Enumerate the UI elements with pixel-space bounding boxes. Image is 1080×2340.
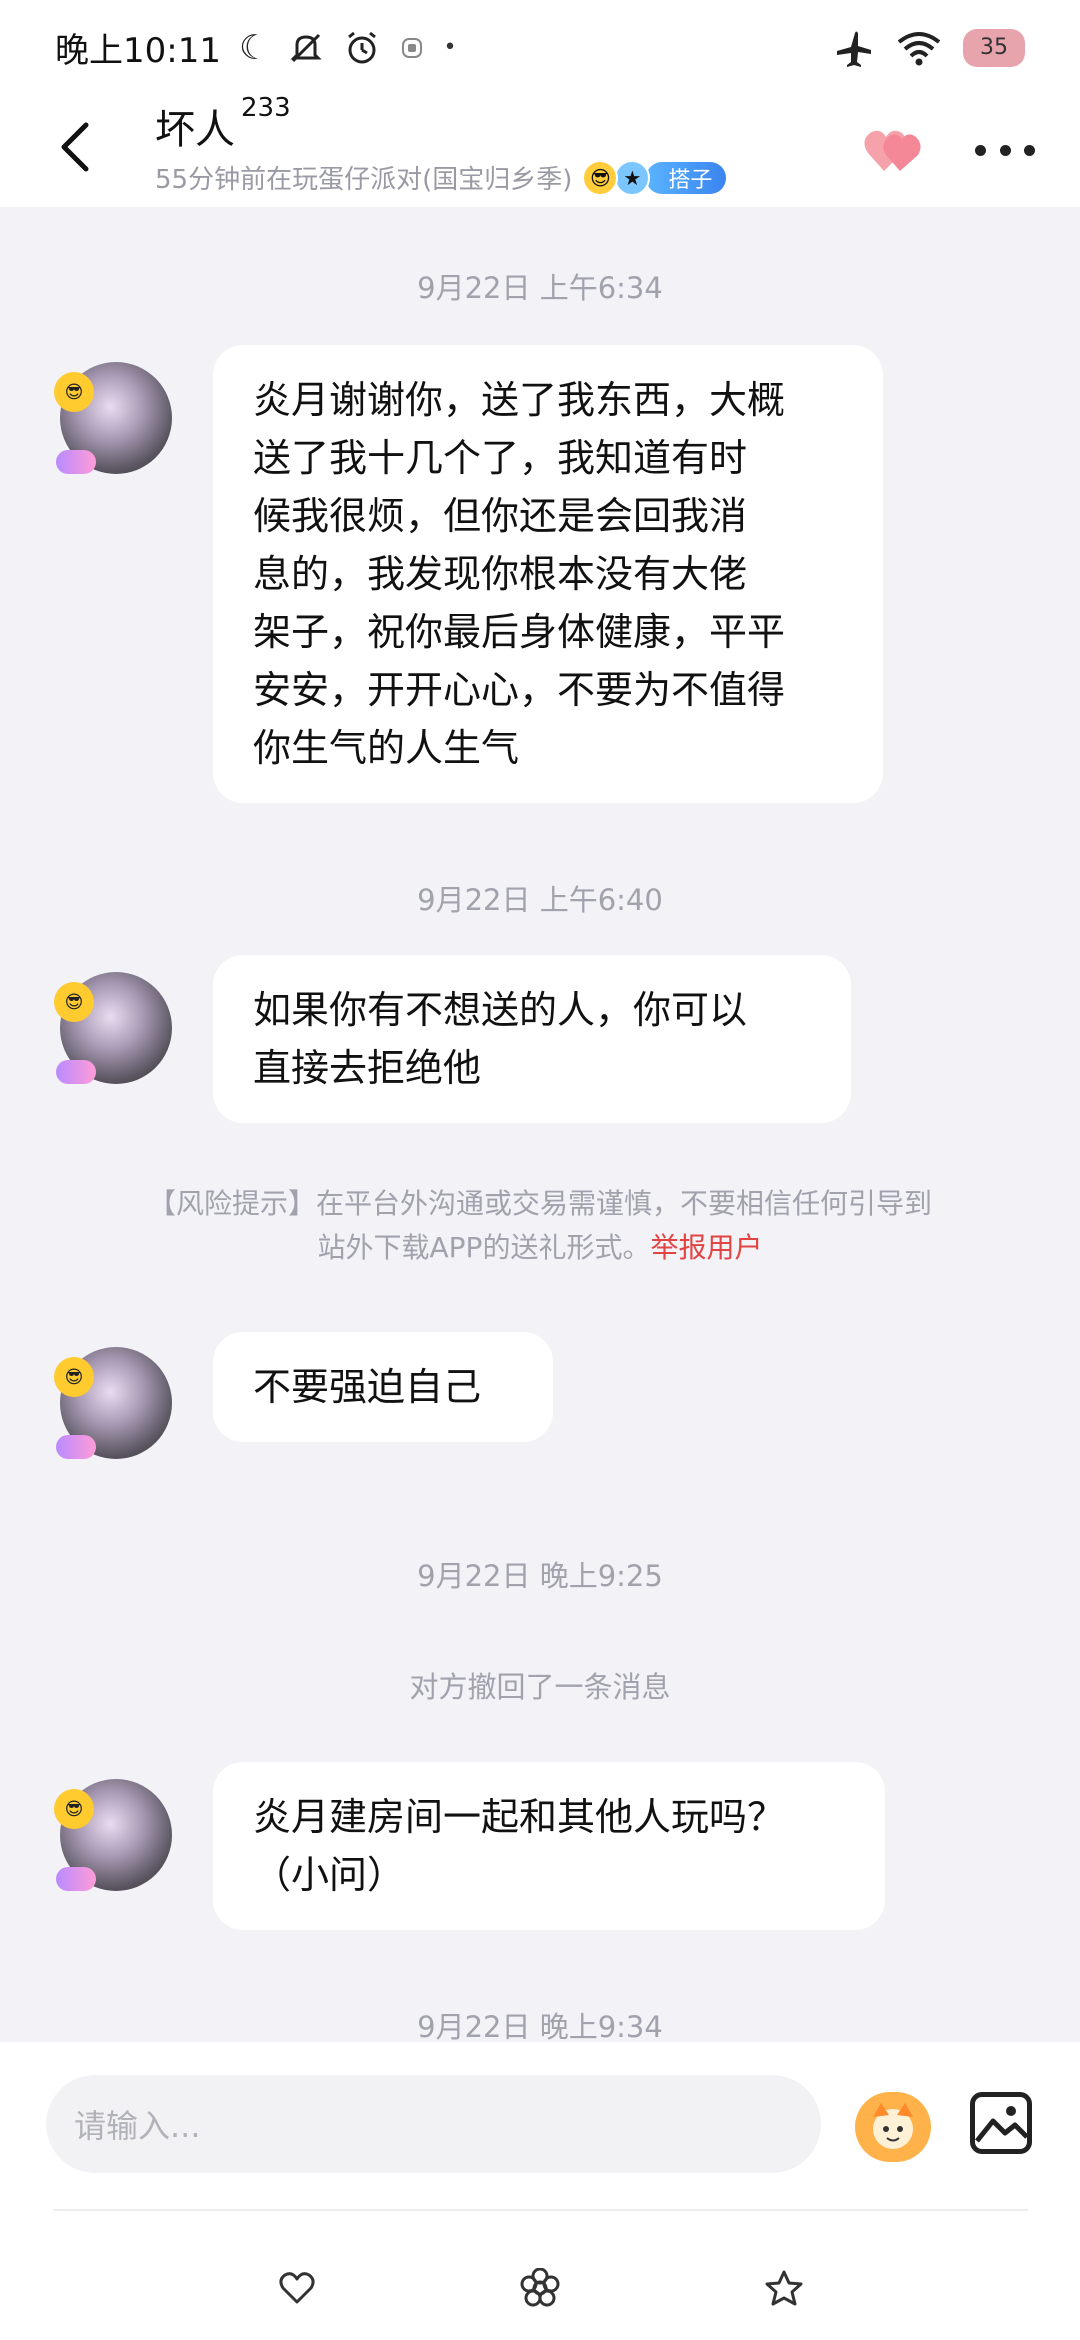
risk-text-line2: 站外下载APP的送礼形式。举报用户 [60, 1226, 1020, 1270]
contact-name-sup: 233 [241, 93, 291, 123]
divider [53, 2209, 1028, 2211]
more-options-icon[interactable] [975, 125, 1035, 175]
more-dot [1024, 144, 1035, 156]
avatar[interactable]: 😎 [54, 1347, 172, 1459]
moon-icon: ☾ [238, 27, 270, 68]
timestamp: 9月22日 晚上9:25 [417, 1559, 663, 1593]
avatar-decoration [56, 1867, 96, 1891]
message-bubble[interactable]: 炎月建房间一起和其他人玩吗？ （小问） [213, 1762, 885, 1930]
sunglasses-emoji-icon: 😎 [54, 1789, 94, 1829]
mute-icon [290, 33, 323, 62]
activity-status: 55分钟前在玩蛋仔派对(国宝归乡季) [155, 165, 573, 195]
partner-tag[interactable]: 搭子 [646, 161, 727, 194]
message-line: 架子，祝你最后身体健康，平平 [253, 610, 786, 654]
message-line: （小问） [253, 1853, 406, 1897]
chat-area[interactable]: 9月22日 上午6:34 😎 炎月谢谢你，送了我东西，大概 送了我十几个了，我知… [0, 207, 1080, 2044]
battery-icon: 35 [963, 28, 1025, 67]
mascot-emoji-icon[interactable] [855, 2092, 931, 2162]
message-line: 炎月建房间一起和其他人玩吗？ [253, 1795, 786, 1839]
status-bar: 晚上10:11 ☾ • 35 [0, 0, 1080, 95]
app-notification-icon [402, 37, 423, 58]
message-line: 如果你有不想送的人，你可以 [253, 988, 748, 1032]
risk-text: 站外下载APP的送礼形式。 [317, 1231, 651, 1264]
message-bubble[interactable]: 如果你有不想送的人，你可以 直接去拒绝他 [213, 955, 851, 1123]
airplane-icon [837, 31, 871, 67]
back-icon[interactable] [48, 115, 104, 179]
message-line: 炎月谢谢你，送了我东西，大概 [253, 378, 786, 422]
timestamp: 9月22日 上午6:40 [417, 883, 663, 917]
avatar[interactable]: 😎 [54, 972, 172, 1084]
star-face-icon: ★ [614, 159, 651, 196]
message-line: 不要强迫自己 [253, 1365, 482, 1409]
message-input[interactable]: 请输入... [46, 2075, 821, 2173]
recall-notice: 对方撤回了一条消息 [409, 1670, 671, 1704]
battery-level: 35 [980, 35, 1008, 60]
timestamp: 9月22日 晚上9:34 [417, 2010, 663, 2044]
report-user-link[interactable]: 举报用户 [650, 1231, 762, 1264]
avatar[interactable]: 😎 [54, 362, 172, 474]
avatar-decoration [56, 1060, 96, 1084]
avatar-decoration [56, 450, 96, 474]
message-bubble[interactable]: 不要强迫自己 [213, 1332, 553, 1442]
more-dot [975, 144, 986, 156]
alarm-icon [348, 31, 377, 63]
status-right: 35 [833, 27, 1025, 69]
risk-warning: 【风险提示】在平台外沟通或交易需谨慎，不要相信任何引导到 站外下载APP的送礼形… [60, 1182, 1020, 1270]
dot-icon: • [443, 35, 457, 60]
sunglasses-emoji-icon: 😎 [582, 159, 619, 196]
sunglasses-emoji-icon: 😎 [54, 372, 94, 412]
message-line: 送了我十几个了，我知道有时 [253, 436, 748, 480]
message-line: 安安，开开心心，不要为不值得 [253, 668, 786, 712]
sunglasses-emoji-icon: 😎 [54, 982, 94, 1022]
message-line: 候我很烦，但你还是会回我消 [253, 494, 748, 538]
message-bubble[interactable]: 炎月谢谢你，送了我东西，大概 送了我十几个了，我知道有时 候我很烦，但你还是会回… [213, 345, 883, 803]
input-bar: 请输入... [0, 2042, 1080, 2340]
heart-tab-icon[interactable] [276, 2267, 318, 2309]
image-picker-icon[interactable] [970, 2092, 1032, 2154]
sunglasses-emoji-icon: 😎 [54, 1357, 94, 1397]
status-time: 晚上10:11 [55, 31, 221, 71]
subtitle-row: 55分钟前在玩蛋仔派对(国宝归乡季) 😎 ★ 搭子 [155, 159, 727, 196]
avatar[interactable]: 😎 [54, 1779, 172, 1891]
star-tab-icon[interactable] [763, 2267, 805, 2309]
message-line: 息的，我发现你根本没有大佬 [253, 552, 748, 596]
chat-header: 坏人 233 55分钟前在玩蛋仔派对(国宝归乡季) 😎 ★ 搭子 [0, 93, 1080, 207]
wifi-icon [897, 31, 941, 65]
contact-name-text: 坏人 [155, 107, 235, 153]
message-line: 你生气的人生气 [253, 726, 520, 770]
title-block[interactable]: 坏人 233 55分钟前在玩蛋仔派对(国宝归乡季) 😎 ★ 搭子 [155, 93, 727, 196]
message-line: 直接去拒绝他 [253, 1046, 482, 1090]
risk-text-line: 【风险提示】在平台外沟通或交易需谨慎，不要相信任何引导到 [147, 1187, 932, 1220]
more-dot [999, 144, 1011, 156]
contact-name[interactable]: 坏人 233 [155, 93, 726, 155]
status-left: 晚上10:11 ☾ • [55, 23, 456, 72]
flower-tab-icon[interactable] [519, 2267, 561, 2309]
timestamp: 9月22日 上午6:34 [417, 271, 663, 305]
avatar-decoration [56, 1435, 96, 1459]
double-heart-icon[interactable] [862, 121, 928, 177]
